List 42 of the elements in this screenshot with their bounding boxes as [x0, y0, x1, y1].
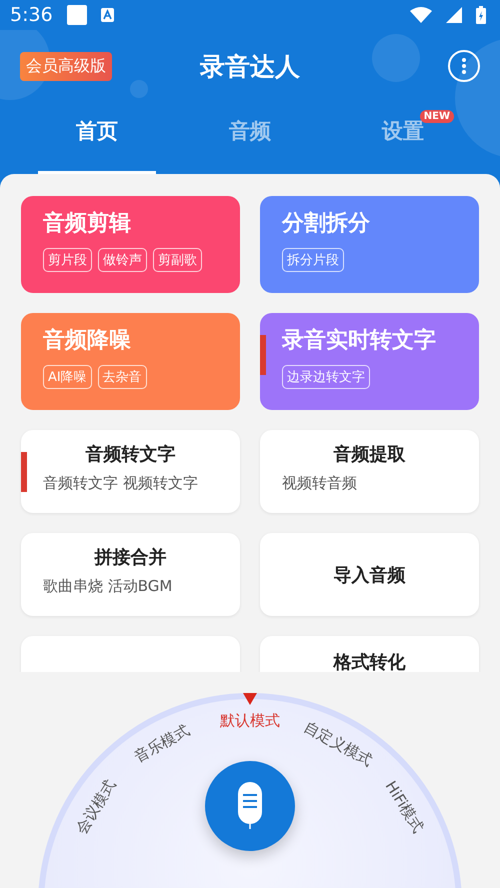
- card-tag: 去杂音: [98, 365, 147, 389]
- wifi-icon: [410, 7, 432, 23]
- card-title: 音频降噪: [43, 326, 132, 355]
- feature-card[interactable]: 拼接合并 歌曲串烧 活动BGM: [21, 533, 240, 616]
- more-icon: [462, 58, 466, 74]
- card-title: 格式转化: [334, 651, 406, 672]
- card-tag: 边录边转文字: [282, 365, 370, 389]
- notification-icon: [66, 5, 87, 25]
- card-title: 音频提取: [334, 443, 406, 466]
- feature-card[interactable]: 录音实时转文字 边录边转文字: [260, 313, 479, 410]
- feature-card[interactable]: 音频剪辑 剪片段 做铃声 剪副歌: [21, 196, 240, 293]
- pointer-icon: [243, 693, 257, 705]
- card-title: 音频剪辑: [43, 210, 132, 238]
- app-notification-icon: [100, 8, 114, 22]
- feature-card[interactable]: 分割拆分 拆分片段: [260, 196, 479, 293]
- card-tag: AI降噪: [43, 365, 92, 389]
- card-title: 音频转文字: [86, 443, 176, 466]
- card-subtitle: 歌曲串烧 活动BGM: [43, 577, 174, 596]
- more-button[interactable]: [448, 50, 480, 82]
- status-time: 5:36: [10, 4, 53, 26]
- card-tag: 拆分片段: [282, 248, 344, 272]
- signal-icon: [446, 7, 462, 23]
- card-tag: 做铃声: [98, 248, 147, 272]
- feature-card[interactable]: 音频转文字 音频转文字 视频转文字: [21, 430, 240, 513]
- card-title: 分割拆分: [282, 210, 371, 238]
- battery-icon: [476, 6, 486, 24]
- app-title: 录音达人: [200, 50, 300, 82]
- card-title: 录音实时转文字: [282, 326, 437, 355]
- feature-card[interactable]: 导入音频: [260, 533, 479, 616]
- mode-label[interactable]: 音乐模式: [130, 720, 193, 767]
- mode-label[interactable]: 自定义模式: [300, 717, 376, 770]
- card-title: 拼接合并: [94, 546, 166, 569]
- card-tag: 剪副歌: [153, 248, 202, 272]
- card-subtitle: 视频转音频: [282, 474, 358, 493]
- microphone-icon: [237, 782, 263, 830]
- mode-label[interactable]: 会议模式: [72, 776, 120, 838]
- card-title: 导入音频: [334, 564, 406, 586]
- feature-card[interactable]: 音频提取 视频转音频: [260, 430, 479, 513]
- card-tag: 剪片段: [43, 248, 92, 272]
- mode-label[interactable]: 默认模式: [220, 712, 280, 730]
- card-subtitle: 音频转文字 视频转文字: [43, 474, 199, 493]
- feature-card[interactable]: 格式转化: [260, 636, 479, 672]
